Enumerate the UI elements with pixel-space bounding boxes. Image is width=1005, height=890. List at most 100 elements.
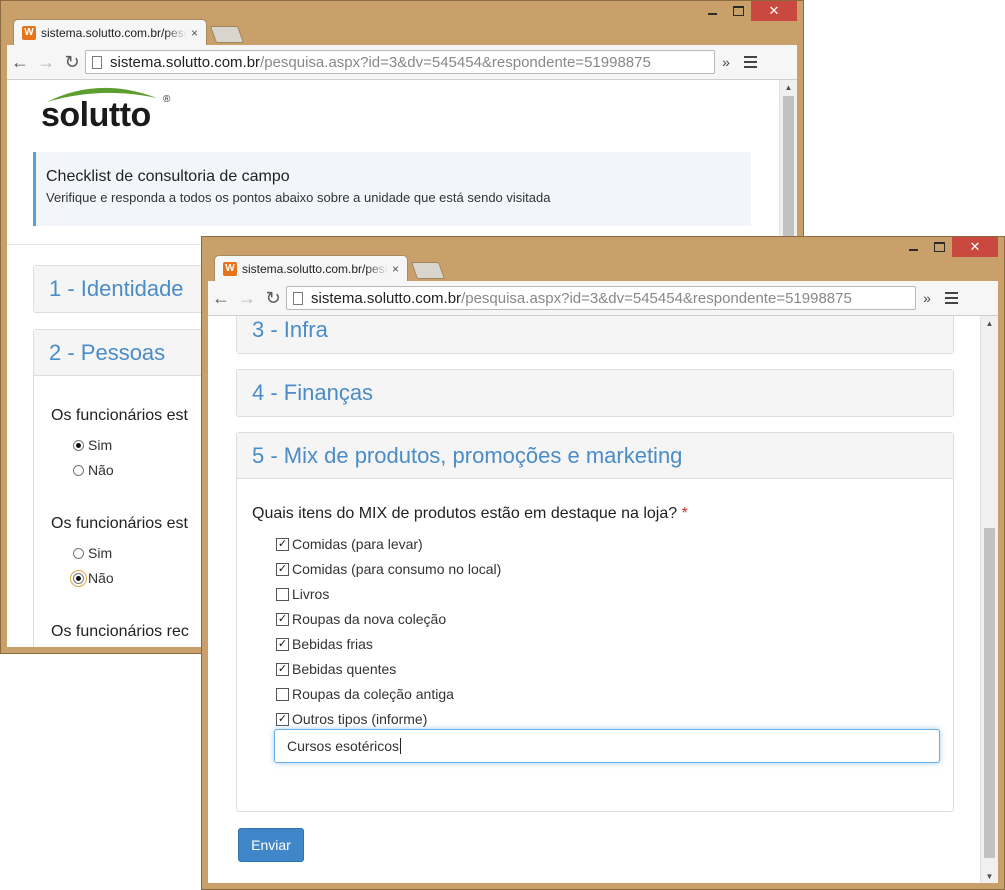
- section-heading-3[interactable]: 3 - Infra: [237, 316, 953, 353]
- checkbox-label: Roupas da coleção antiga: [292, 686, 454, 702]
- checkbox-option-1[interactable]: ✓ Comidas (para levar): [276, 536, 423, 552]
- checkbox-label: Bebidas quentes: [292, 661, 397, 677]
- logo-text: solutto: [41, 96, 151, 134]
- page-icon: [293, 291, 303, 305]
- reload-button[interactable]: ↻: [59, 49, 85, 75]
- checkbox-checked-icon: ✓: [276, 537, 289, 551]
- tab-title: sistema.solutto.com.br/pesquisa.aspx?id=…: [242, 261, 388, 276]
- checkbox-label: Outros tipos (informe): [292, 711, 428, 727]
- browser-tab[interactable]: W sistema.solutto.com.br/pesquisa.aspx?i…: [214, 255, 408, 281]
- logo-registered-mark: ®: [163, 94, 171, 105]
- checkbox-option-5[interactable]: ✓ Bebidas frias: [276, 636, 373, 652]
- extensions-overflow-button[interactable]: »: [715, 54, 737, 70]
- address-bar[interactable]: sistema.solutto.com.br/pesquisa.aspx?id=…: [85, 50, 715, 74]
- scroll-down-icon[interactable]: ▼: [981, 869, 998, 883]
- browser-menu-icon[interactable]: [938, 292, 964, 304]
- checkbox-option-3[interactable]: Livros: [276, 586, 329, 602]
- submit-button[interactable]: Enviar: [238, 828, 304, 862]
- checkbox-option-8[interactable]: ✓ Outros tipos (informe): [276, 711, 427, 727]
- page-content: 3 - Infra 4 - Finanças 5 - Mix de produt…: [208, 316, 981, 883]
- radio-selected-icon: [73, 439, 84, 451]
- tab-strip: W sistema.solutto.com.br/pesquisa.aspx?i…: [208, 253, 998, 281]
- forward-arrow-icon: →: [37, 51, 55, 72]
- minimize-icon: [707, 13, 717, 15]
- browser-window-front: ✕ W sistema.solutto.com.br/pesquisa.aspx…: [201, 236, 1005, 890]
- back-arrow-icon: ←: [11, 51, 29, 72]
- maximize-icon: [933, 242, 945, 252]
- radio-empty-icon: [73, 464, 84, 476]
- reload-icon: ↻: [265, 287, 281, 308]
- mix-question: Quais itens do MIX de produtos estão em …: [252, 505, 688, 523]
- url-host: sistema.solutto.com.br: [311, 289, 462, 307]
- text-caret: [400, 738, 402, 754]
- forward-button[interactable]: →: [33, 49, 59, 75]
- scroll-up-icon[interactable]: ▲: [981, 316, 998, 330]
- page-icon: [92, 55, 102, 69]
- forward-button[interactable]: →: [234, 285, 260, 311]
- checkbox-label: Roupas da nova coleção: [292, 611, 447, 627]
- survey-header: Checklist de consultoria de campo Verifi…: [33, 152, 751, 226]
- reload-icon: ↻: [64, 51, 80, 72]
- checkbox-label: Comidas (para levar): [292, 536, 423, 552]
- browser-toolbar: ← → ↻ sistema.solutto.com.br/pesquisa.as…: [7, 45, 797, 80]
- checkbox-checked-icon: ✓: [276, 637, 289, 651]
- question-1: Os funcionários est: [51, 407, 188, 424]
- checkbox-label: Livros: [292, 586, 330, 602]
- other-types-value: Cursos esotéricos: [287, 738, 400, 754]
- checkbox-empty-icon: [276, 687, 289, 701]
- maximize-icon: [732, 6, 744, 16]
- radio-option-q1-nao[interactable]: Não: [73, 462, 114, 478]
- vertical-scrollbar[interactable]: ▲ ▼: [980, 316, 998, 883]
- tab-close-icon[interactable]: ×: [392, 262, 399, 276]
- checkbox-label: Comidas (para consumo no local): [292, 561, 502, 577]
- radio-option-q1-sim[interactable]: Sim: [73, 437, 112, 453]
- other-types-input[interactable]: Cursos esotéricos: [274, 729, 940, 763]
- forward-arrow-icon: →: [238, 287, 256, 308]
- reload-button[interactable]: ↻: [260, 285, 286, 311]
- tab-title: sistema.solutto.com.br/pesquisa.aspx?id=…: [41, 25, 187, 40]
- radio-option-q2-sim[interactable]: Sim: [73, 545, 112, 561]
- section-panel-3: 3 - Infra: [236, 316, 954, 354]
- question-2: Os funcionários est: [51, 515, 188, 532]
- checkbox-checked-icon: ✓: [276, 562, 289, 576]
- section-panel-4: 4 - Finanças: [236, 369, 954, 417]
- solutto-logo: solutto ®: [39, 82, 179, 140]
- section-heading-5[interactable]: 5 - Mix de produtos, promoções e marketi…: [237, 433, 953, 479]
- url-path: /pesquisa.aspx?id=3&dv=545454&respondent…: [260, 53, 651, 71]
- tab-close-icon[interactable]: ×: [191, 26, 198, 40]
- browser-toolbar: ← → ↻ sistema.solutto.com.br/pesquisa.as…: [208, 281, 998, 316]
- scroll-thumb[interactable]: [984, 528, 995, 858]
- checkbox-option-4[interactable]: ✓ Roupas da nova coleção: [276, 611, 446, 627]
- checkbox-checked-icon: ✓: [276, 662, 289, 676]
- checkbox-checked-icon: ✓: [276, 712, 289, 726]
- section-heading-4[interactable]: 4 - Finanças: [237, 370, 953, 416]
- new-tab-button[interactable]: [410, 262, 446, 279]
- browser-tab[interactable]: W sistema.solutto.com.br/pesquisa.aspx?i…: [13, 19, 207, 45]
- radio-selected-icon: [70, 569, 87, 587]
- question-3: Os funcionários rec: [51, 623, 189, 640]
- browser-menu-icon[interactable]: [737, 56, 763, 68]
- back-button[interactable]: ←: [7, 49, 33, 75]
- radio-option-q2-nao[interactable]: Não: [70, 569, 114, 587]
- url-path: /pesquisa.aspx?id=3&dv=545454&respondent…: [461, 289, 852, 307]
- checkbox-checked-icon: ✓: [276, 612, 289, 626]
- back-button[interactable]: ←: [208, 285, 234, 311]
- address-bar[interactable]: sistema.solutto.com.br/pesquisa.aspx?id=…: [286, 286, 916, 310]
- checkbox-empty-icon: [276, 587, 289, 601]
- radio-empty-icon: [73, 547, 84, 559]
- checkbox-label: Bebidas frias: [292, 636, 373, 652]
- required-mark: *: [681, 505, 688, 522]
- tab-strip: W sistema.solutto.com.br/pesquisa.aspx?i…: [7, 17, 797, 45]
- scroll-thumb[interactable]: [783, 96, 794, 246]
- new-tab-button[interactable]: [209, 26, 245, 43]
- survey-subtitle: Verifique e responda a todos os pontos a…: [46, 190, 551, 205]
- survey-title: Checklist de consultoria de campo: [46, 168, 290, 185]
- scroll-up-icon[interactable]: ▲: [780, 80, 797, 94]
- checkbox-option-6[interactable]: ✓ Bebidas quentes: [276, 661, 396, 677]
- back-arrow-icon: ←: [212, 287, 230, 308]
- url-host: sistema.solutto.com.br: [110, 53, 261, 71]
- extensions-overflow-button[interactable]: »: [916, 290, 938, 306]
- checkbox-option-7[interactable]: Roupas da coleção antiga: [276, 686, 454, 702]
- minimize-icon: [908, 249, 918, 251]
- checkbox-option-2[interactable]: ✓ Comidas (para consumo no local): [276, 561, 501, 577]
